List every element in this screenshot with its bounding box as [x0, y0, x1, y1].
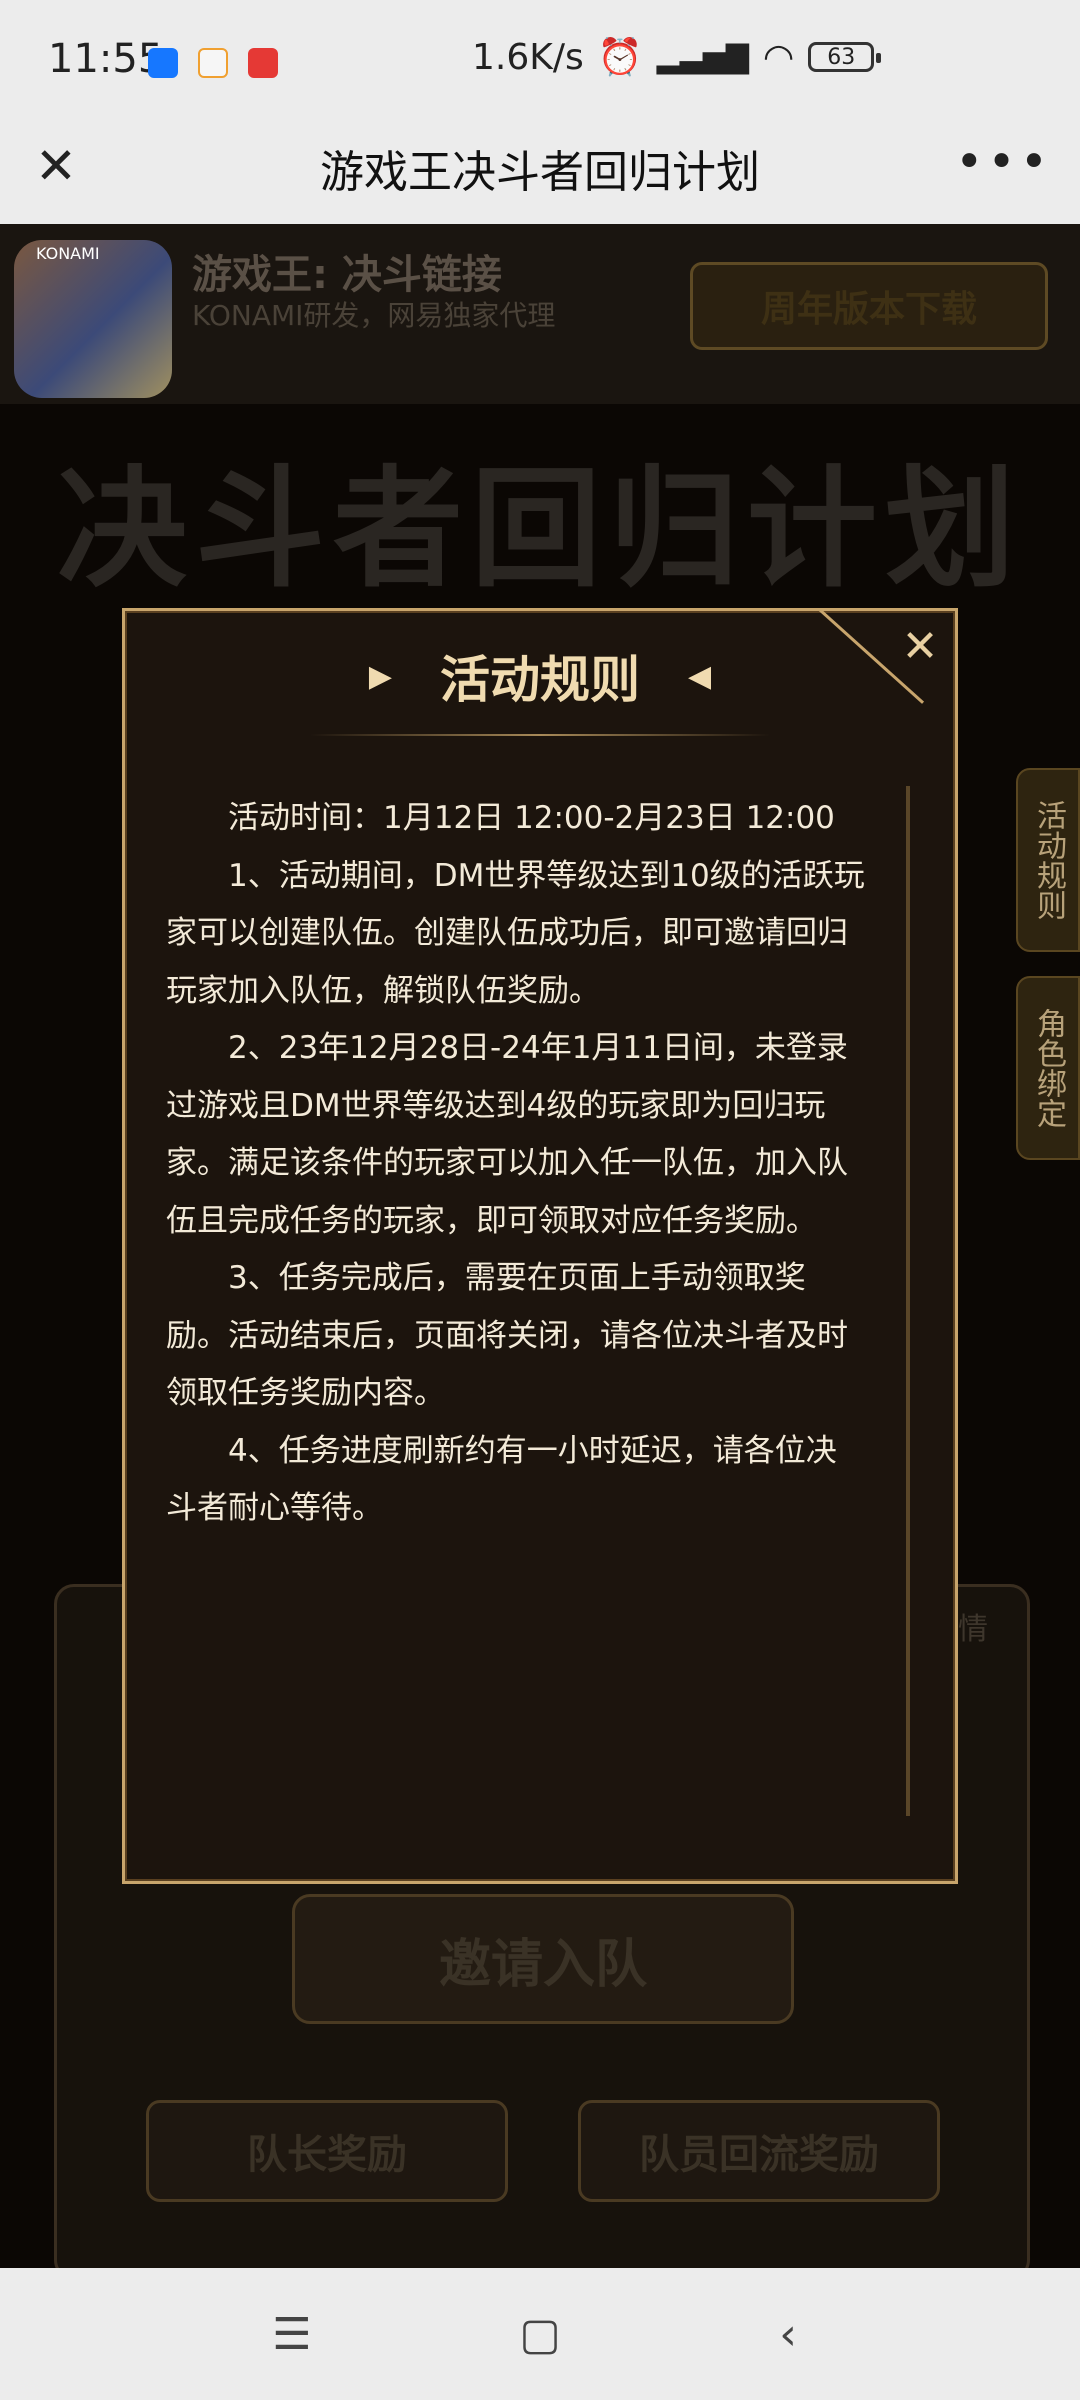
chat-app-icon	[198, 48, 228, 78]
network-speed: 1.6K/s	[472, 36, 584, 78]
download-button[interactable]: 周年版本下载	[690, 262, 1048, 350]
rules-paragraph: 3、任务完成后，需要在页面上手动领取奖励。活动结束后，页面将关闭，请各位决斗者及…	[166, 1260, 848, 1411]
rules-paragraph: 4、任务进度刷新约有一小时延迟，请各位决斗者耐心等待。	[166, 1432, 837, 1527]
modal-title: 活动规则	[440, 651, 640, 709]
battery-level: 63	[827, 44, 856, 70]
system-nav-bar: ☰ ▢ ‹	[0, 2268, 1080, 2400]
side-tab-rules[interactable]: 活动规则	[1016, 768, 1080, 952]
page-title: 游戏王决斗者回归计划	[320, 147, 760, 198]
member-reward-tab[interactable]: 队员回流奖励	[578, 2100, 940, 2202]
modal-divider	[310, 734, 770, 736]
home-icon[interactable]: ▢	[510, 2309, 570, 2360]
invite-team-button[interactable]: 邀请入队	[292, 1894, 794, 2024]
alipay-icon	[148, 48, 178, 78]
back-icon[interactable]: ‹	[758, 2309, 818, 2360]
status-bar: 11:55 1.6K/s ⏰ ▂▃▅▇ ◠ 63	[0, 0, 1080, 112]
event-banner-title: 决斗者回归计划	[56, 453, 1023, 605]
status-time: 11:55	[48, 36, 164, 82]
rules-text: 活动时间：1月12日 12:00-2月23日 12:00 1、活动期间，DM世界…	[166, 790, 866, 1538]
battery-icon: 63	[808, 42, 882, 72]
app-icon-label: KONAMI	[36, 244, 100, 263]
app-subtitle: KONAMI研发，网易独家代理	[192, 299, 556, 332]
title-bar: ✕ 游戏王决斗者回归计划 •••	[0, 112, 1080, 224]
app-name: 游戏王: 决斗链接	[192, 252, 502, 298]
triangle-left-icon: ◀	[688, 658, 712, 694]
status-indicators: 1.6K/s ⏰ ▂▃▅▇ ◠ 63	[472, 36, 882, 78]
side-tab-bind[interactable]: 角色绑定	[1016, 976, 1080, 1160]
game-app-icon: KONAMI	[14, 240, 172, 398]
menu-icon[interactable]: ☰	[262, 2309, 322, 2360]
signal-icon: ▂▃▅▇	[656, 39, 749, 75]
modal-header: ▶ 活动规则 ◀	[122, 640, 958, 712]
wifi-icon: ◠	[762, 36, 795, 78]
triangle-right-icon: ▶	[368, 658, 392, 694]
rules-paragraph: 活动时间：1月12日 12:00-2月23日 12:00	[228, 800, 835, 836]
red-app-icon	[248, 48, 278, 78]
rules-paragraph: 1、活动期间，DM世界等级达到10级的活跃玩家可以创建队伍。创建队伍成功后，即可…	[166, 857, 865, 1009]
status-app-icons	[148, 48, 278, 78]
rules-paragraph: 2、23年12月28日-24年1月11日间，未登录过游戏且DM世界等级达到4级的…	[166, 1030, 848, 1239]
alarm-icon: ⏰	[597, 37, 643, 78]
more-options-icon[interactable]: •••	[955, 134, 1052, 190]
app-banner: KONAMI 游戏王: 决斗链接 KONAMI研发，网易独家代理 周年版本下载	[0, 224, 1080, 404]
captain-reward-tab[interactable]: 队长奖励	[146, 2100, 508, 2202]
details-link[interactable]: 情	[958, 1604, 988, 1648]
modal-scrollbar[interactable]	[906, 786, 910, 1816]
